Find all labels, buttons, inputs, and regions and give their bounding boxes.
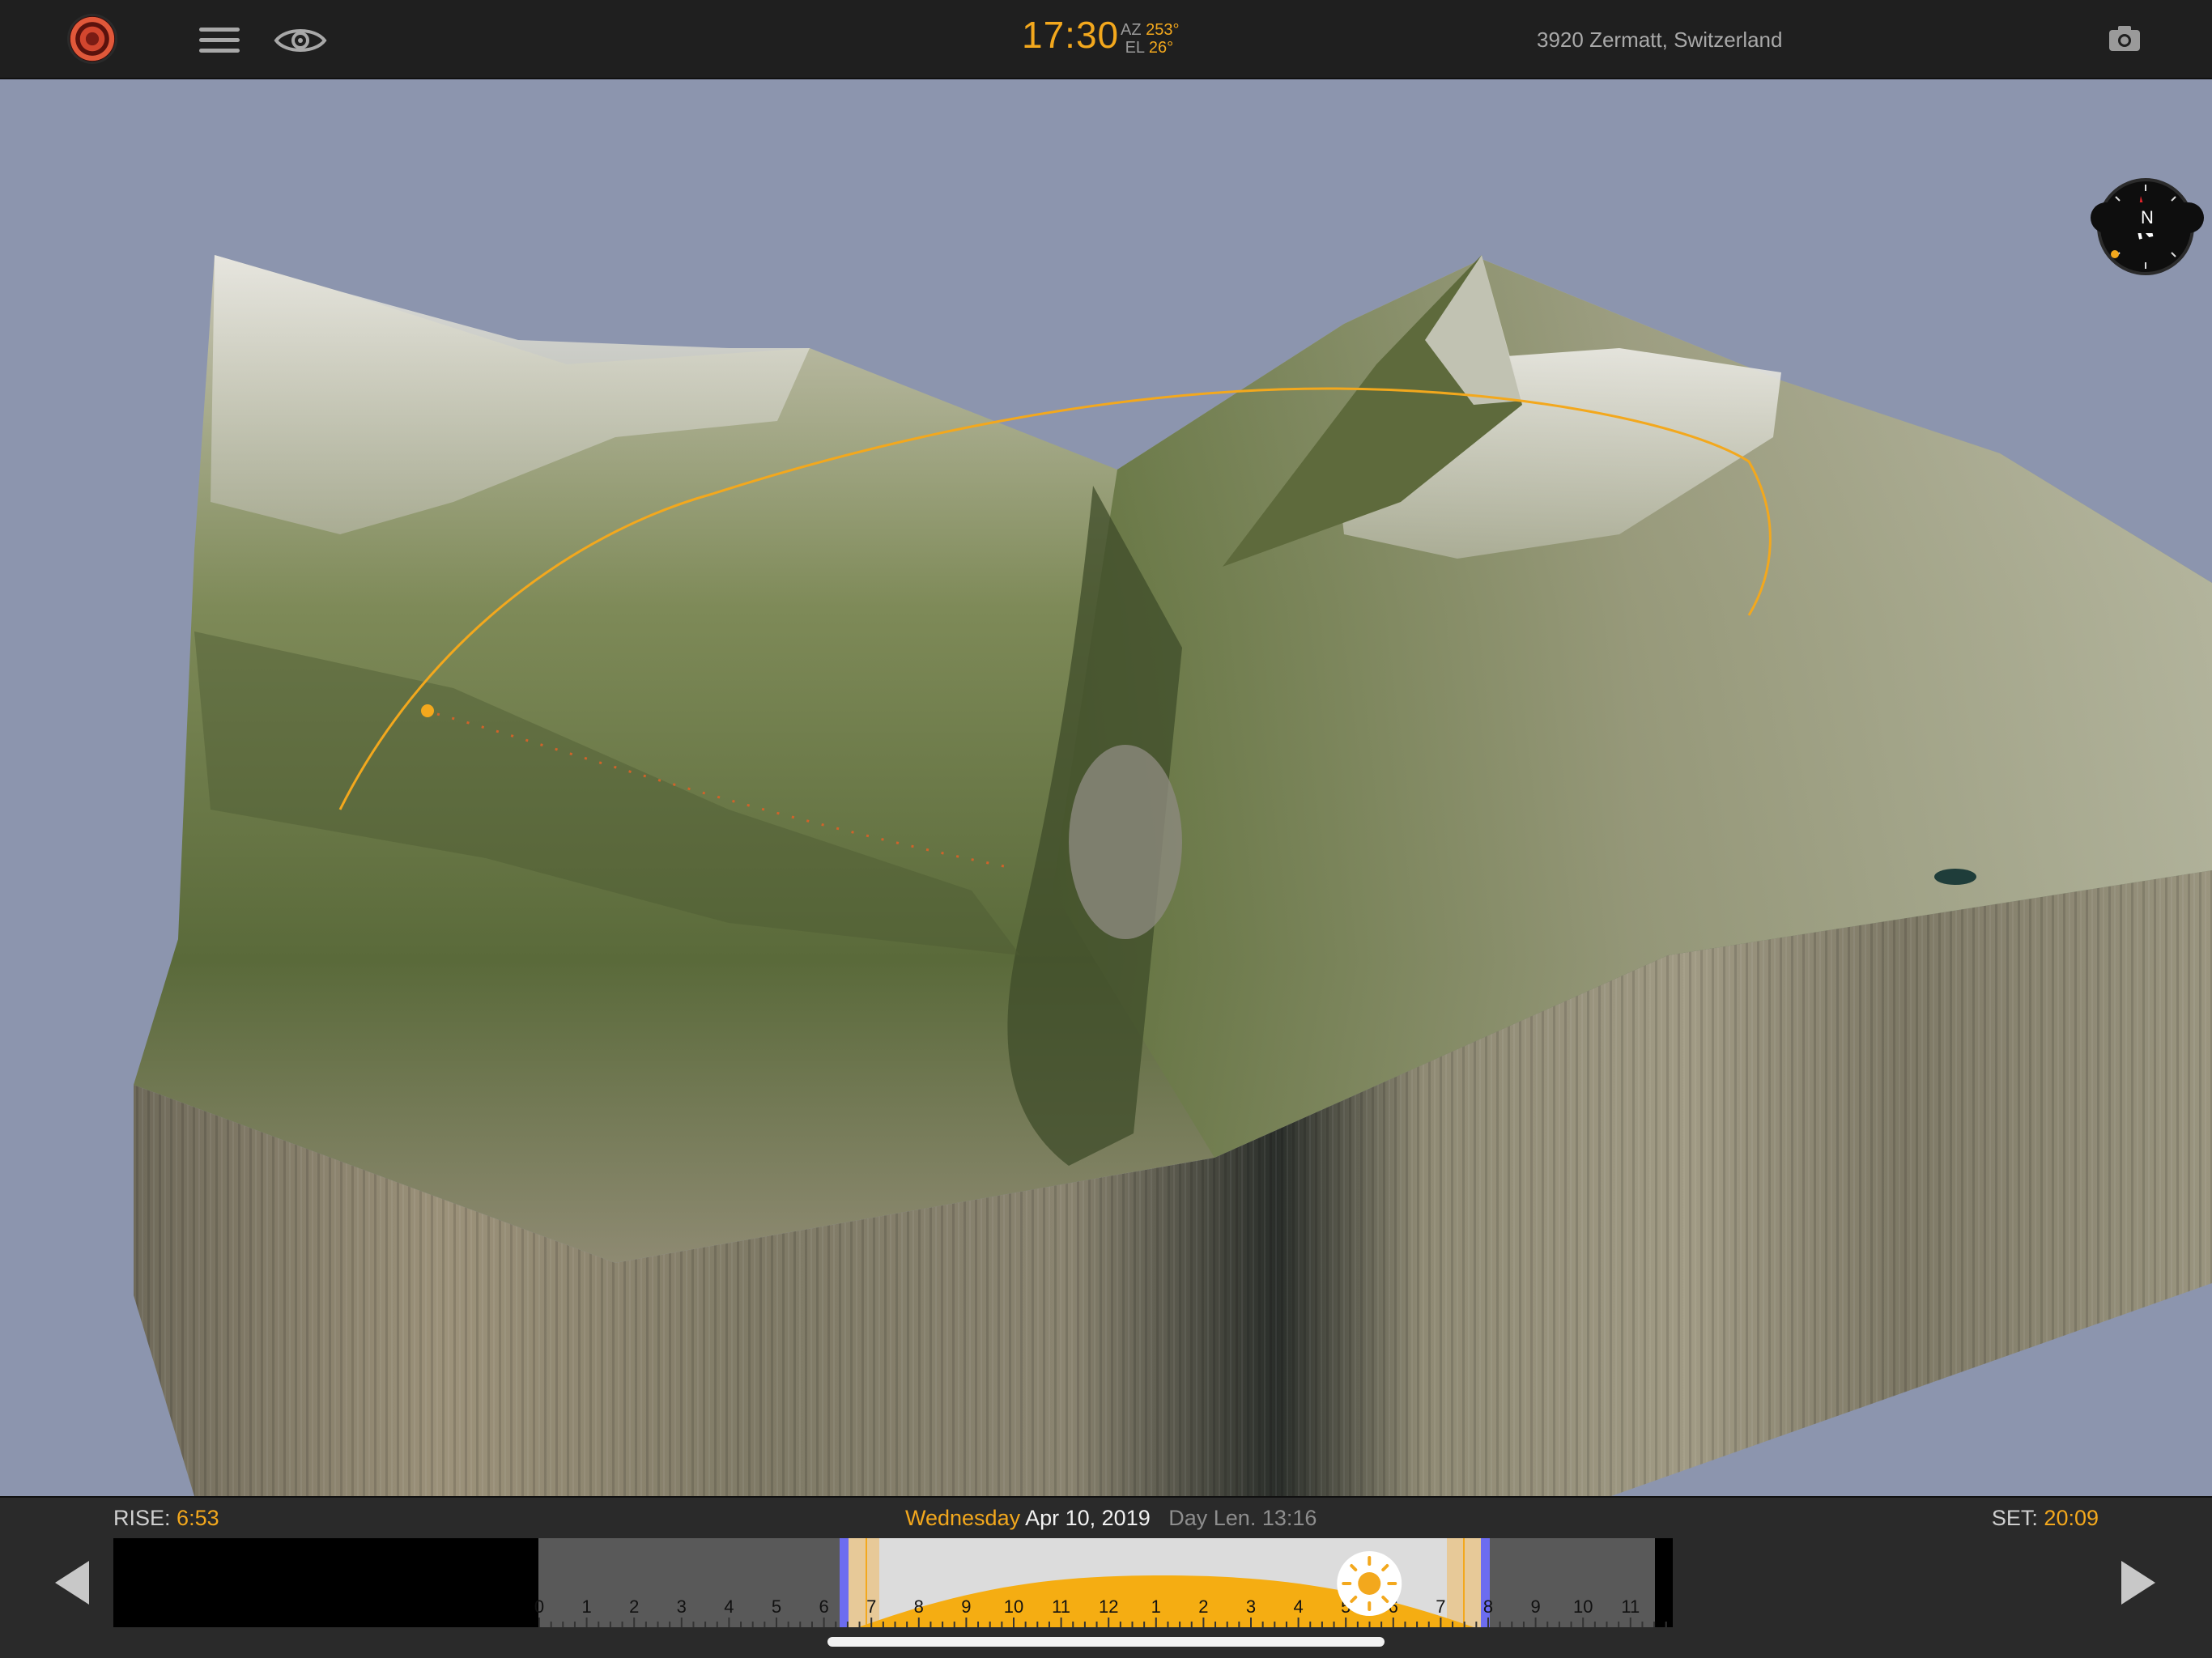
timeline-hour-label: 7	[866, 1596, 876, 1617]
top-toolbar: 17:30 AZ 253° EL 26° 3920 Zermatt, Switz…	[0, 0, 2212, 79]
date-label: Apr 10, 2019	[1025, 1506, 1151, 1530]
app-logo-icon[interactable]	[70, 16, 115, 62]
timeline-hour-label: 9	[1530, 1596, 1540, 1617]
azimuth-elevation-readout: AZ 253° EL 26°	[1121, 21, 1180, 57]
sunrise-label: RISE:	[113, 1506, 171, 1530]
timeline-hour-label: 6	[819, 1596, 828, 1617]
compass-direction-label[interactable]: N	[2091, 202, 2204, 233]
timeline-hour-label: 11	[1621, 1596, 1640, 1617]
sunrise-time: 6:53	[177, 1506, 219, 1530]
timeline-hour-label: 11	[1052, 1596, 1070, 1617]
timeline-hour-label: 2	[1198, 1596, 1208, 1617]
timeline-hour-label: 8	[1483, 1596, 1493, 1617]
timeline-hour-label: 1	[1151, 1596, 1161, 1617]
timeline-hour-label: 2	[629, 1596, 639, 1617]
terrain-3d-render[interactable]	[0, 81, 2212, 1496]
timeline-hour-label: 9	[961, 1596, 971, 1617]
camera-icon[interactable]	[2108, 24, 2141, 52]
time-scrubber[interactable]: 0 1 2 3 4 5 6 7 8 9 10 11 12 1 2 3 4 5 6 7 8 9 10 11	[113, 1538, 1673, 1627]
current-time[interactable]: 17:30	[1022, 13, 1119, 57]
timeline-hour-label: 3	[1246, 1596, 1256, 1617]
timeline-night-band-right	[1655, 1538, 1673, 1627]
timeline-hour-label: 5	[772, 1596, 781, 1617]
azimuth-value: 253°	[1146, 21, 1180, 39]
sunset-label: SET:	[1991, 1506, 2038, 1530]
home-indicator[interactable]	[827, 1637, 1385, 1647]
sun-position-marker	[421, 704, 434, 717]
timeline-hour-label: 10	[1004, 1596, 1023, 1617]
date-readout[interactable]: Wednesday Apr 10, 2019 Day Len. 13:16	[905, 1506, 1317, 1531]
menu-icon[interactable]	[199, 24, 240, 57]
elevation-value: 26°	[1148, 39, 1174, 57]
timeline-hour-label: 8	[914, 1596, 924, 1617]
sunset-readout: SET: 20:09	[1992, 1506, 2099, 1531]
day-length-label: Day Len. 13:16	[1168, 1506, 1317, 1530]
terrain-map-view[interactable]: N N	[0, 81, 2212, 1496]
eye-icon[interactable]	[274, 24, 327, 57]
timeline-hour-label: 4	[724, 1596, 734, 1617]
next-day-arrow-icon[interactable]	[2120, 1559, 2157, 1606]
timeline-sun-knob-icon[interactable]	[1337, 1551, 1402, 1616]
timeline-hour-label: 0	[534, 1596, 544, 1617]
timeline-hour-label: 3	[677, 1596, 687, 1617]
sunrise-readout: RISE: 6:53	[113, 1506, 219, 1531]
timeline-hour-label: 4	[1293, 1596, 1303, 1617]
previous-day-arrow-icon[interactable]	[53, 1559, 91, 1606]
elevation-label: EL	[1125, 39, 1145, 57]
location-label[interactable]: 3920 Zermatt, Switzerland	[1537, 28, 1782, 53]
timeline-night-band-left	[113, 1538, 538, 1627]
timeline-dawn-twilight	[840, 1538, 849, 1627]
timeline-hour-label: 12	[1099, 1596, 1118, 1617]
terrain-town	[1069, 745, 1182, 939]
bottom-panel: RISE: 6:53 Wednesday Apr 10, 2019 Day Le…	[0, 1496, 2212, 1658]
terrain-lake	[1934, 869, 1976, 885]
timeline-hour-label: 10	[1573, 1596, 1593, 1617]
timeline-hour-label: 1	[581, 1596, 591, 1617]
timeline-hour-label: 7	[1436, 1596, 1445, 1617]
azimuth-label: AZ	[1121, 21, 1142, 39]
weekday-label: Wednesday	[905, 1506, 1021, 1530]
sunset-time: 20:09	[2044, 1506, 2099, 1530]
